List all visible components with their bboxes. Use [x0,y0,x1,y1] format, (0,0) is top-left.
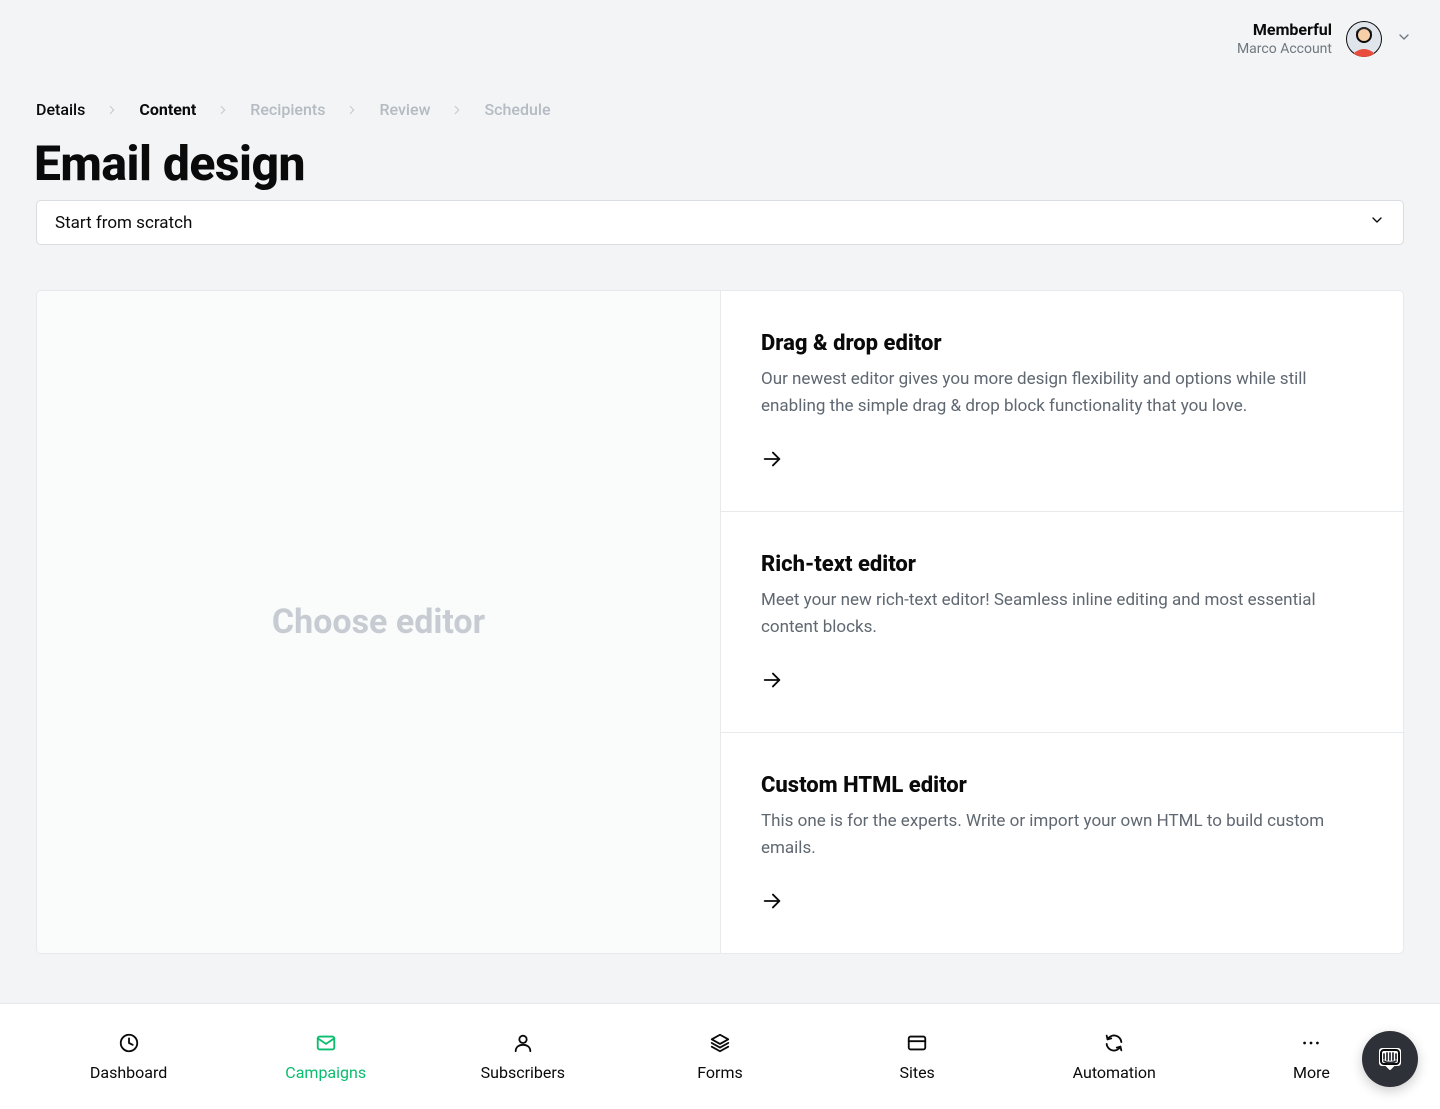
layers-icon [708,1031,732,1055]
chevron-right-icon [105,103,119,117]
chevron-right-icon [216,103,230,117]
breadcrumb-content[interactable]: Content [139,100,196,119]
chevron-down-icon [1369,212,1385,233]
chevron-down-icon [1396,29,1412,49]
mail-icon [314,1031,338,1055]
nav-automation[interactable]: Automation [1054,1031,1174,1082]
editor-desc: Our newest editor gives you more design … [761,366,1341,420]
nav-label: Campaigns [285,1063,366,1082]
breadcrumb: Details Content Recipients Review Schedu… [36,100,551,119]
template-select[interactable]: Start from scratch [36,200,1404,245]
sync-icon [1102,1031,1126,1055]
account-sub: Marco Account [1237,41,1332,57]
breadcrumb-recipients: Recipients [250,100,325,119]
page-title: Email design [34,135,305,192]
breadcrumb-details[interactable]: Details [36,100,85,119]
arrow-right-icon [761,669,1363,695]
arrow-right-icon [761,448,1363,474]
arrow-right-icon [761,890,1363,916]
email-design-card: Choose editor Drag & drop editor Our new… [36,290,1404,954]
avatar[interactable] [1346,21,1382,57]
nav-label: Dashboard [90,1063,167,1082]
nav-forms[interactable]: Forms [660,1031,780,1082]
preview-placeholder: Choose editor [272,602,485,642]
nav-more[interactable]: More [1251,1031,1371,1082]
dots-icon [1299,1031,1323,1055]
account-text: Memberful Marco Account [1237,20,1332,57]
account-menu[interactable]: Memberful Marco Account [1237,20,1412,57]
nav-label: More [1293,1063,1330,1082]
nav-sites[interactable]: Sites [857,1031,977,1082]
nav-subscribers[interactable]: Subscribers [463,1031,583,1082]
template-select-value: Start from scratch [55,213,192,233]
editor-title: Rich-text editor [761,552,1363,577]
account-name: Memberful [1237,20,1332,39]
editor-desc: This one is for the experts. Write or im… [761,808,1341,862]
nav-campaigns[interactable]: Campaigns [266,1031,386,1082]
editors-pane: Drag & drop editor Our newest editor giv… [721,291,1403,953]
nav-label: Forms [697,1063,743,1082]
chevron-right-icon [450,103,464,117]
editor-title: Drag & drop editor [761,331,1363,356]
editor-title: Custom HTML editor [761,773,1363,798]
website-icon [905,1031,929,1055]
nav-label: Automation [1073,1063,1156,1082]
nav-dashboard[interactable]: Dashboard [69,1031,189,1082]
editor-option-drag-drop[interactable]: Drag & drop editor Our newest editor giv… [721,291,1403,512]
nav-label: Subscribers [481,1063,565,1082]
chevron-right-icon [345,103,359,117]
breadcrumb-schedule: Schedule [484,100,550,119]
bottom-nav: Dashboard Campaigns Subscribers Forms Si… [0,1003,1440,1109]
nav-label: Sites [899,1063,934,1082]
clock-icon [117,1031,141,1055]
editor-option-custom-html[interactable]: Custom HTML editor This one is for the e… [721,733,1403,953]
editor-option-rich-text[interactable]: Rich-text editor Meet your new rich-text… [721,512,1403,733]
preview-pane: Choose editor [37,291,721,953]
editor-desc: Meet your new rich-text editor! Seamless… [761,587,1341,641]
person-icon [511,1031,535,1055]
intercom-launcher[interactable] [1362,1031,1418,1087]
breadcrumb-review: Review [379,100,430,119]
